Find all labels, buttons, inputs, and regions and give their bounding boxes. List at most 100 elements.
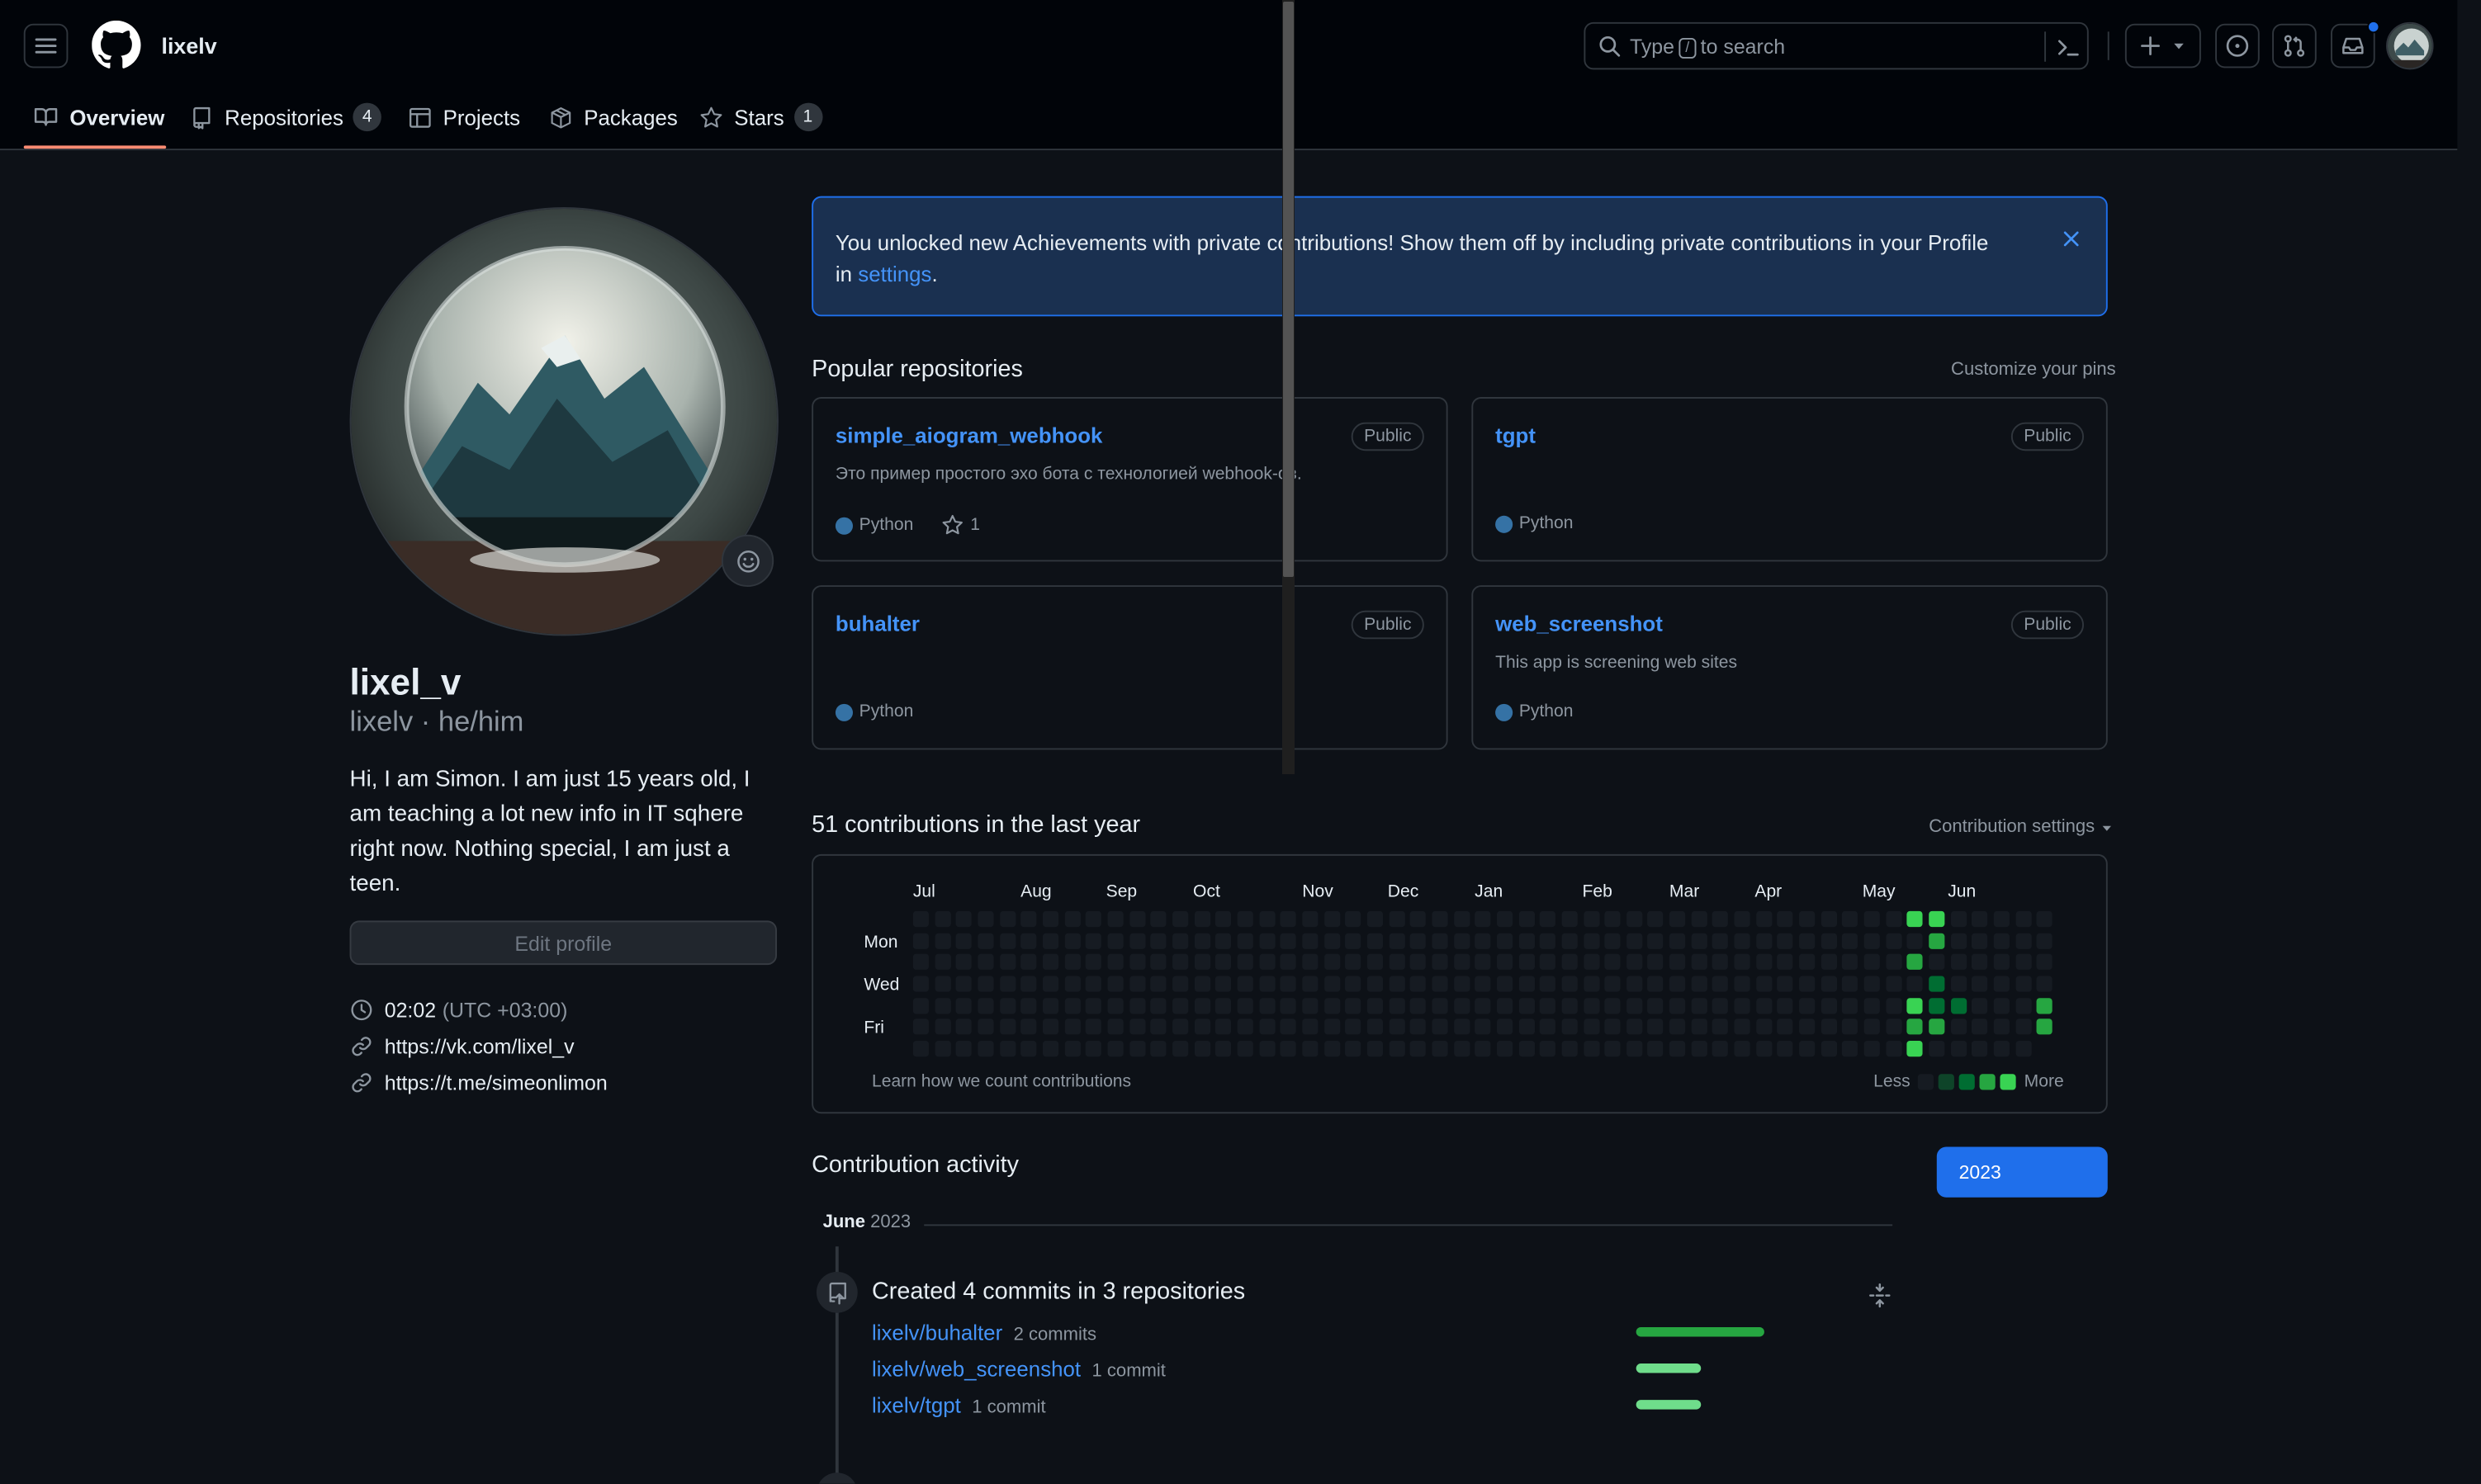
contribution-day-cell[interactable] — [1280, 1041, 1296, 1057]
repo-name-link[interactable]: tgpt — [1495, 424, 1536, 448]
contribution-day-cell[interactable] — [1302, 933, 1319, 949]
contribution-day-cell[interactable] — [1042, 910, 1059, 928]
contribution-day-cell[interactable] — [1453, 933, 1470, 949]
contribution-day-cell[interactable] — [1064, 997, 1081, 1014]
contribution-day-cell[interactable] — [1712, 954, 1729, 971]
contribution-day-cell[interactable] — [1842, 1041, 1858, 1057]
contribution-day-cell[interactable] — [978, 997, 994, 1014]
contribution-day-cell[interactable] — [1194, 910, 1210, 928]
contribution-day-cell[interactable] — [1907, 976, 1924, 992]
contribution-day-cell[interactable] — [2037, 1018, 2053, 1035]
contribution-day-cell[interactable] — [1539, 910, 1556, 928]
contribution-day-cell[interactable] — [935, 1018, 951, 1035]
contribution-day-cell[interactable] — [1064, 910, 1081, 928]
contribution-day-cell[interactable] — [1323, 997, 1340, 1014]
contribution-day-cell[interactable] — [1712, 997, 1729, 1014]
contribution-day-cell[interactable] — [1086, 997, 1102, 1014]
contribution-day-cell[interactable] — [1755, 997, 1772, 1014]
contribution-day-cell[interactable] — [1669, 1018, 1686, 1035]
contribution-day-cell[interactable] — [1669, 933, 1686, 949]
repo-name-link[interactable]: web_screenshot — [1495, 612, 1663, 636]
contribution-day-cell[interactable] — [1799, 1041, 1816, 1057]
contribution-day-cell[interactable] — [1993, 954, 2010, 971]
contribution-day-cell[interactable] — [1302, 910, 1319, 928]
contribution-day-cell[interactable] — [1669, 954, 1686, 971]
contribution-day-cell[interactable] — [1237, 1041, 1253, 1057]
contribution-day-cell[interactable] — [978, 933, 994, 949]
contribution-day-cell[interactable] — [1432, 910, 1448, 928]
contribution-day-cell[interactable] — [1475, 1018, 1491, 1035]
contribution-day-cell[interactable] — [1669, 910, 1686, 928]
contribution-day-cell[interactable] — [1453, 954, 1470, 971]
contribution-day-cell[interactable] — [1755, 954, 1772, 971]
contribution-day-cell[interactable] — [1950, 976, 1967, 992]
contribution-day-cell[interactable] — [1280, 997, 1296, 1014]
contribution-day-cell[interactable] — [1647, 1041, 1664, 1057]
contribution-day-cell[interactable] — [1129, 1018, 1145, 1035]
contribution-day-cell[interactable] — [1150, 976, 1167, 992]
contribution-day-cell[interactable] — [2015, 933, 2032, 949]
contribution-day-cell[interactable] — [1907, 997, 1924, 1014]
contribution-day-cell[interactable] — [1517, 976, 1535, 992]
contribution-day-cell[interactable] — [1345, 1041, 1361, 1057]
contribution-day-cell[interactable] — [1972, 910, 1988, 928]
contribution-day-cell[interactable] — [1129, 933, 1145, 949]
contribution-day-cell[interactable] — [1496, 997, 1513, 1014]
contribution-day-cell[interactable] — [1150, 910, 1167, 928]
contribution-day-cell[interactable] — [1669, 997, 1686, 1014]
contribution-day-cell[interactable] — [1712, 1018, 1729, 1035]
contribution-day-cell[interactable] — [1453, 910, 1470, 928]
contribution-day-cell[interactable] — [1583, 933, 1599, 949]
contribution-day-cell[interactable] — [1064, 976, 1081, 992]
contribution-day-cell[interactable] — [1042, 933, 1059, 949]
contribution-day-cell[interactable] — [1777, 1018, 1794, 1035]
contribution-day-cell[interactable] — [2015, 1041, 2032, 1057]
contribution-day-cell[interactable] — [935, 997, 951, 1014]
contribution-day-cell[interactable] — [1691, 933, 1707, 949]
contribution-day-cell[interactable] — [1172, 976, 1189, 992]
contribution-day-cell[interactable] — [1755, 1041, 1772, 1057]
contribution-day-cell[interactable] — [1583, 1041, 1599, 1057]
search-input[interactable]: Type / to search — [1584, 21, 2089, 70]
contribution-day-cell[interactable] — [1561, 1041, 1578, 1057]
contribution-day-cell[interactable] — [1042, 997, 1059, 1014]
contribution-day-cell[interactable] — [1020, 910, 1037, 928]
contribution-day-cell[interactable] — [1129, 954, 1145, 971]
contribution-day-cell[interactable] — [1993, 933, 2010, 949]
contribution-day-cell[interactable] — [999, 1041, 1016, 1057]
contribution-day-cell[interactable] — [1129, 997, 1145, 1014]
contribution-day-cell[interactable] — [1302, 1018, 1319, 1035]
contribution-day-cell[interactable] — [912, 954, 929, 971]
contribution-day-cell[interactable] — [1604, 933, 1621, 949]
collapse-activity-button[interactable] — [1867, 1283, 1892, 1308]
contribution-day-cell[interactable] — [1496, 954, 1513, 971]
tab-projects[interactable]: Projects — [408, 100, 520, 135]
contribution-day-cell[interactable] — [1345, 1018, 1361, 1035]
menu-button[interactable] — [23, 23, 69, 69]
tab-packages[interactable]: Packages — [549, 100, 678, 135]
contribution-day-cell[interactable] — [1496, 933, 1513, 949]
contribution-day-cell[interactable] — [1517, 954, 1535, 971]
contribution-day-cell[interactable] — [1561, 976, 1578, 992]
profile-link-telegram[interactable]: https://t.me/simeonlimon — [350, 1070, 608, 1094]
contribution-day-cell[interactable] — [1496, 976, 1513, 992]
contribution-day-cell[interactable] — [1885, 976, 1902, 992]
contribution-day-cell[interactable] — [1755, 910, 1772, 928]
repo-name-link[interactable]: simple_aiogram_webhook — [836, 424, 1103, 448]
contribution-day-cell[interactable] — [1475, 997, 1491, 1014]
contribution-day-cell[interactable] — [1194, 976, 1210, 992]
contribution-day-cell[interactable] — [1842, 1018, 1858, 1035]
contribution-day-cell[interactable] — [2015, 910, 2032, 928]
contribution-day-cell[interactable] — [1885, 954, 1902, 971]
contribution-day-cell[interactable] — [1409, 1018, 1427, 1035]
contribution-day-cell[interactable] — [1821, 933, 1837, 949]
contribution-day-cell[interactable] — [1323, 1018, 1340, 1035]
contribution-day-cell[interactable] — [1258, 997, 1275, 1014]
contribution-day-cell[interactable] — [956, 976, 973, 992]
contribution-day-cell[interactable] — [1258, 954, 1275, 971]
contribution-day-cell[interactable] — [1604, 1041, 1621, 1057]
contribution-day-cell[interactable] — [1237, 1018, 1253, 1035]
contribution-day-cell[interactable] — [1755, 976, 1772, 992]
contribution-day-cell[interactable] — [1172, 933, 1189, 949]
contribution-day-cell[interactable] — [1885, 997, 1902, 1014]
